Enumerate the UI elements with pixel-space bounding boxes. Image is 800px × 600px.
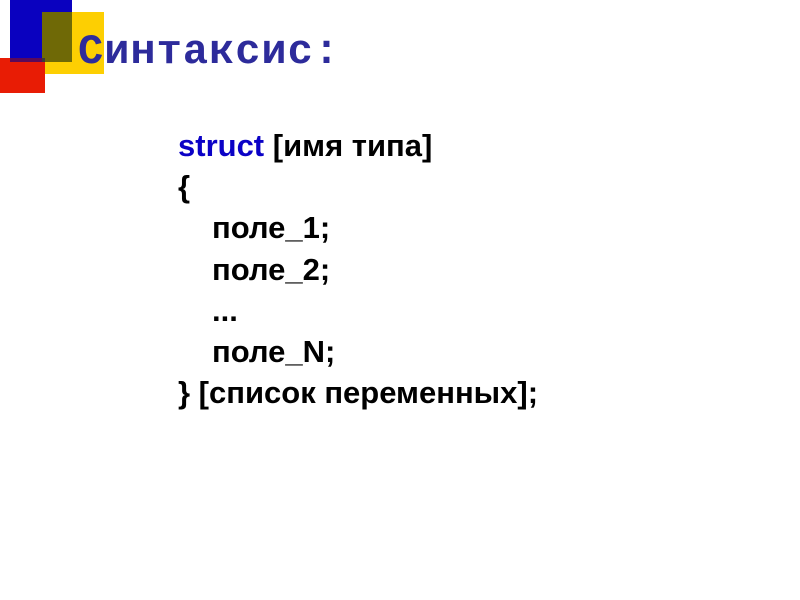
field-line: поле_1; [212, 210, 330, 245]
field-line: поле_N; [212, 334, 335, 369]
ellipsis-line: ... [212, 293, 238, 328]
slide-title: Синтаксис: [78, 28, 340, 76]
brace-open: { [178, 169, 190, 204]
struct-keyword: struct [178, 128, 264, 163]
brace-close-line: } [список переменных]; [178, 375, 538, 410]
code-block: struct [имя типа] { поле_1; поле_2; ... … [178, 125, 538, 414]
type-name-placeholder: [имя типа] [273, 128, 433, 163]
field-line: поле_2; [212, 252, 330, 287]
